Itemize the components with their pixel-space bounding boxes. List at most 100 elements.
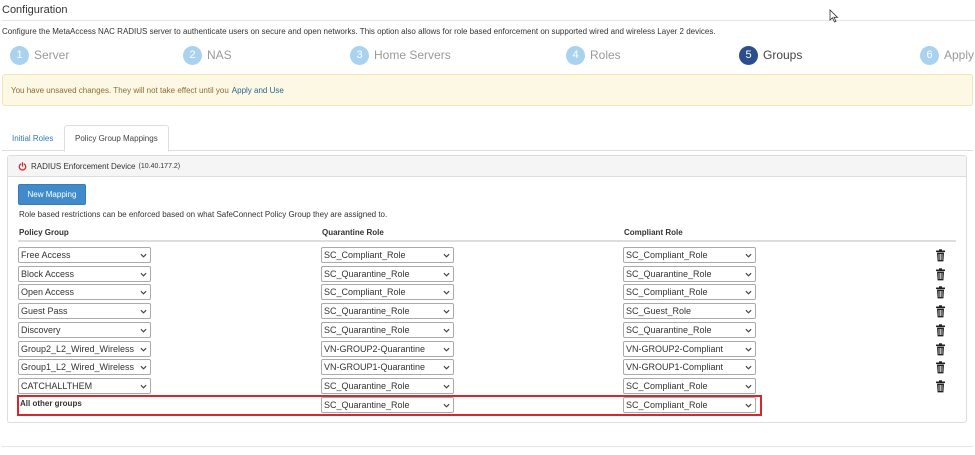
quarantine-role-select[interactable]: SC_Quarantine_Role: [321, 397, 454, 413]
step-number: 5: [739, 45, 758, 65]
trash-icon[interactable]: [935, 286, 946, 299]
chevron-down-icon: [745, 309, 752, 314]
compliant-role-select[interactable]: SC_Compliant_Role: [623, 284, 756, 301]
step-number: 2: [183, 45, 202, 65]
chevron-down-icon: [745, 291, 752, 296]
select-value: SC_Compliant_Role: [324, 287, 406, 298]
quarantine-role-select[interactable]: SC_Quarantine_Role: [321, 265, 454, 282]
policy-group-select[interactable]: Group1_L2_Wired_Wireless: [18, 359, 151, 376]
compliant-role-select[interactable]: SC_Compliant_Role: [623, 247, 756, 263]
page-title: Configuration: [2, 4, 68, 16]
select-value: Group1_L2_Wired_Wireless: [21, 362, 135, 373]
quarantine-role-select[interactable]: SC_Quarantine_Role: [321, 321, 454, 338]
trash-icon[interactable]: [935, 249, 946, 262]
chevron-down-icon: [443, 403, 450, 408]
quarantine-role-select[interactable]: SC_Compliant_Role: [321, 247, 454, 263]
select-value: SC_Compliant_Role: [626, 250, 708, 260]
step-number: 6: [920, 45, 939, 65]
select-value: SC_Compliant_Role: [324, 250, 406, 260]
apply-and-use-link[interactable]: Apply and Use: [232, 86, 284, 95]
select-value: Block Access: [21, 268, 75, 279]
compliant-role-select[interactable]: SC_Quarantine_Role: [623, 265, 756, 282]
policy-group-select[interactable]: Group2_L2_Wired_Wireless: [18, 340, 151, 357]
chevron-down-icon: [443, 272, 450, 277]
compliant-role-select[interactable]: SC_Guest_Role: [623, 303, 756, 320]
new-mapping-button[interactable]: New Mapping: [18, 184, 86, 205]
compliant-role-select[interactable]: SC_Compliant_Role: [623, 397, 756, 413]
wizard-step-apply[interactable]: 6 Apply: [920, 45, 974, 65]
compliant-role-select[interactable]: VN-GROUP1-Compliant: [623, 359, 756, 376]
chevron-down-icon: [140, 328, 147, 333]
trash-icon[interactable]: [935, 361, 946, 374]
policy-group-select[interactable]: Discovery: [18, 321, 151, 338]
compliant-role-select[interactable]: VN-GROUP2-Compliant: [623, 340, 756, 357]
select-value: SC_Quarantine_Role: [626, 324, 712, 335]
select-value: SC_Quarantine_Role: [626, 268, 712, 279]
tab-initial-roles[interactable]: Initial Roles: [2, 125, 63, 151]
select-value: VN-GROUP1-Compliant: [626, 362, 724, 373]
chevron-down-icon: [443, 291, 450, 296]
tab-policy-group-mappings[interactable]: Policy Group Mappings: [64, 125, 169, 152]
select-value: SC_Quarantine_Role: [324, 380, 410, 391]
enforcement-device-panel: RADIUS Enforcement Device (10.40.177.2) …: [7, 155, 967, 423]
all-other-groups-label: All other groups: [20, 399, 82, 408]
select-value: SC_Quarantine_Role: [324, 324, 410, 335]
chevron-down-icon: [140, 253, 147, 258]
compliant-role-select[interactable]: SC_Compliant_Role: [623, 377, 756, 394]
mapping-row: Free Access SC_Compliant_Role SC_Compliant…: [8, 246, 966, 265]
chevron-down-icon: [745, 347, 752, 352]
column-header-quarantine-role: Quarantine Role: [322, 228, 384, 237]
mouse-pointer-icon: [829, 9, 839, 23]
policy-group-select[interactable]: Open Access: [18, 284, 151, 301]
wizard-step-roles[interactable]: 4 Roles: [566, 45, 621, 65]
select-value: Discovery: [21, 324, 61, 335]
select-value: Free Access: [21, 250, 71, 260]
unsaved-changes-alert: You have unsaved changes. They will not …: [2, 74, 973, 106]
step-number: 4: [566, 45, 585, 65]
step-label: Server: [34, 48, 70, 62]
page-description: Configure the MetaAccess NAC RADIUS serv…: [2, 27, 716, 36]
chevron-down-icon: [745, 272, 752, 277]
policy-group-select[interactable]: Guest Pass: [18, 303, 151, 320]
quarantine-role-select[interactable]: SC_Quarantine_Role: [321, 377, 454, 394]
chevron-down-icon: [443, 253, 450, 258]
select-value: VN-GROUP2-Quarantine: [324, 343, 426, 354]
quarantine-role-select[interactable]: VN-GROUP1-Quarantine: [321, 359, 454, 376]
compliant-role-select[interactable]: SC_Quarantine_Role: [623, 321, 756, 338]
select-value: SC_Quarantine_Role: [324, 306, 410, 317]
trash-icon[interactable]: [935, 380, 946, 393]
mapping-row: Block Access SC_Quarantine_Role SC_Quarant…: [8, 265, 966, 284]
policy-group-select[interactable]: CATCHALLTHEM: [18, 377, 151, 394]
trash-icon[interactable]: [935, 267, 946, 281]
mapping-row: Guest Pass SC_Quarantine_Role SC_Guest_Rol…: [8, 302, 966, 321]
chevron-down-icon: [443, 384, 450, 389]
header-divider: [18, 240, 956, 242]
step-label: Apply: [944, 48, 975, 62]
select-value: VN-GROUP1-Quarantine: [324, 362, 426, 373]
policy-group-select[interactable]: Block Access: [18, 265, 151, 282]
trash-icon[interactable]: [935, 342, 946, 356]
chevron-down-icon: [140, 384, 147, 389]
wizard-step-server[interactable]: 1 Server: [10, 45, 69, 65]
step-label: Roles: [590, 48, 621, 62]
chevron-down-icon: [443, 309, 450, 314]
wizard-step-home-servers[interactable]: 3 Home Servers: [350, 45, 451, 65]
wizard-step-groups[interactable]: 5 Groups: [739, 45, 802, 65]
select-value: SC_Quarantine_Role: [324, 400, 410, 410]
quarantine-role-select[interactable]: SC_Compliant_Role: [321, 284, 454, 301]
quarantine-role-select[interactable]: SC_Quarantine_Role: [321, 303, 454, 320]
chevron-down-icon: [140, 347, 147, 352]
step-number: 1: [10, 45, 29, 65]
trash-icon[interactable]: [935, 305, 946, 318]
wizard-step-nas[interactable]: 2 NAS: [183, 45, 232, 65]
chevron-down-icon: [140, 365, 147, 370]
column-header-compliant-role: Compliant Role: [624, 228, 683, 237]
chevron-down-icon: [140, 291, 147, 296]
trash-icon[interactable]: [935, 324, 946, 337]
bottom-divider: [2, 446, 973, 447]
select-value: SC_Compliant_Role: [626, 380, 708, 391]
chevron-down-icon: [745, 328, 752, 333]
quarantine-role-select[interactable]: VN-GROUP2-Quarantine: [321, 340, 454, 357]
policy-group-select[interactable]: Free Access: [18, 247, 151, 263]
other-groups-row: All other groups SC_Quarantine_Role SC_C…: [8, 396, 966, 415]
